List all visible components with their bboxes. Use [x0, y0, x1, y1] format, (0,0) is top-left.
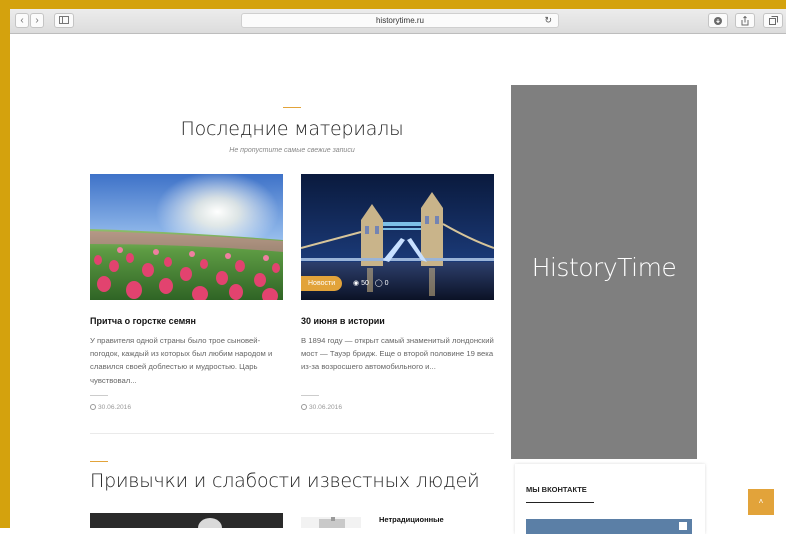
section-title-habits: Привычки и слабости известных людей: [90, 470, 480, 492]
url-text: historytime.ru: [375, 16, 424, 25]
post-date-text: 30.06.2016: [309, 404, 343, 411]
post-image-tower-bridge[interactable]: Новости ◉ 50 ◯ 0: [301, 174, 494, 300]
post-excerpt: В 1894 году — открыт самый знаменитый ло…: [301, 336, 494, 372]
post-image-tulips[interactable]: [90, 174, 283, 300]
comments-count: 0: [384, 280, 389, 287]
post-title[interactable]: 30 июня в истории: [301, 316, 385, 326]
address-bar[interactable]: historytime.ru ↻: [241, 13, 559, 28]
sidebar-icon: [59, 16, 69, 24]
window-frame-left: [0, 0, 10, 528]
post-title[interactable]: Притча о горстке семян: [90, 316, 196, 326]
views-count: 50: [361, 280, 369, 287]
post-divider: [301, 395, 319, 396]
chevron-up-icon: ˄: [758, 497, 764, 506]
download-icon: [714, 17, 722, 25]
post-date-text: 30.06.2016: [98, 404, 132, 411]
web-page: Последние материалы Не пропустите самые …: [10, 34, 786, 534]
comment-icon: ◯: [374, 280, 383, 287]
chevron-left-icon: ‹: [20, 15, 24, 26]
thumbnail-image: [301, 517, 361, 528]
vk-group-header[interactable]: [526, 519, 692, 534]
section-subtitle: Не пропустите самые свежие записи: [229, 147, 355, 154]
post-date: 30.06.2016: [301, 404, 342, 411]
category-badge[interactable]: Новости: [301, 276, 343, 291]
sidebar-toggle-button[interactable]: [54, 13, 74, 28]
post-divider: [90, 395, 108, 396]
tulip-field-image: [90, 174, 283, 300]
back-button[interactable]: ‹: [15, 13, 29, 28]
section-title-latest: Последние материалы: [180, 118, 404, 140]
dark-photo-image: [90, 513, 283, 528]
post-title[interactable]: Нетрадиционные: [379, 515, 444, 524]
post-stats: ◉ 50 ◯ 0: [353, 277, 389, 290]
share-icon: [741, 15, 749, 26]
vk-logo-icon: [679, 522, 687, 530]
eye-icon: ◉: [353, 280, 360, 287]
vk-title-underline: [526, 502, 594, 503]
vk-widget-title: МЫ ВКОНТАКТЕ: [526, 485, 587, 494]
clock-icon: [301, 404, 307, 410]
section-accent-line: [90, 461, 108, 462]
scroll-to-top-button[interactable]: ˄: [748, 489, 774, 515]
banner-text: HistoryTime: [531, 253, 677, 282]
post-excerpt: У правителя одной страны было трое сынов…: [90, 336, 273, 385]
clock-icon: [90, 404, 96, 410]
section-divider: [90, 433, 494, 434]
window-frame-top: [0, 0, 786, 9]
historytime-banner[interactable]: HistoryTime: [511, 85, 697, 459]
tabs-button[interactable]: [763, 13, 783, 28]
chevron-right-icon: ›: [35, 15, 39, 26]
post-date: 30.06.2016: [90, 404, 131, 411]
browser-toolbar: ‹ › historytime.ru ↻: [10, 9, 786, 34]
post-thumb-partial[interactable]: [301, 516, 361, 528]
tabs-icon: [768, 16, 778, 25]
section-accent-line: [283, 107, 301, 108]
post-image-partial[interactable]: [90, 513, 283, 528]
vk-widget: МЫ ВКОНТАКТЕ: [515, 464, 705, 534]
reload-icon[interactable]: ↻: [544, 14, 552, 27]
downloads-button[interactable]: [708, 13, 728, 28]
share-button[interactable]: [735, 13, 755, 28]
forward-button[interactable]: ›: [30, 13, 44, 28]
